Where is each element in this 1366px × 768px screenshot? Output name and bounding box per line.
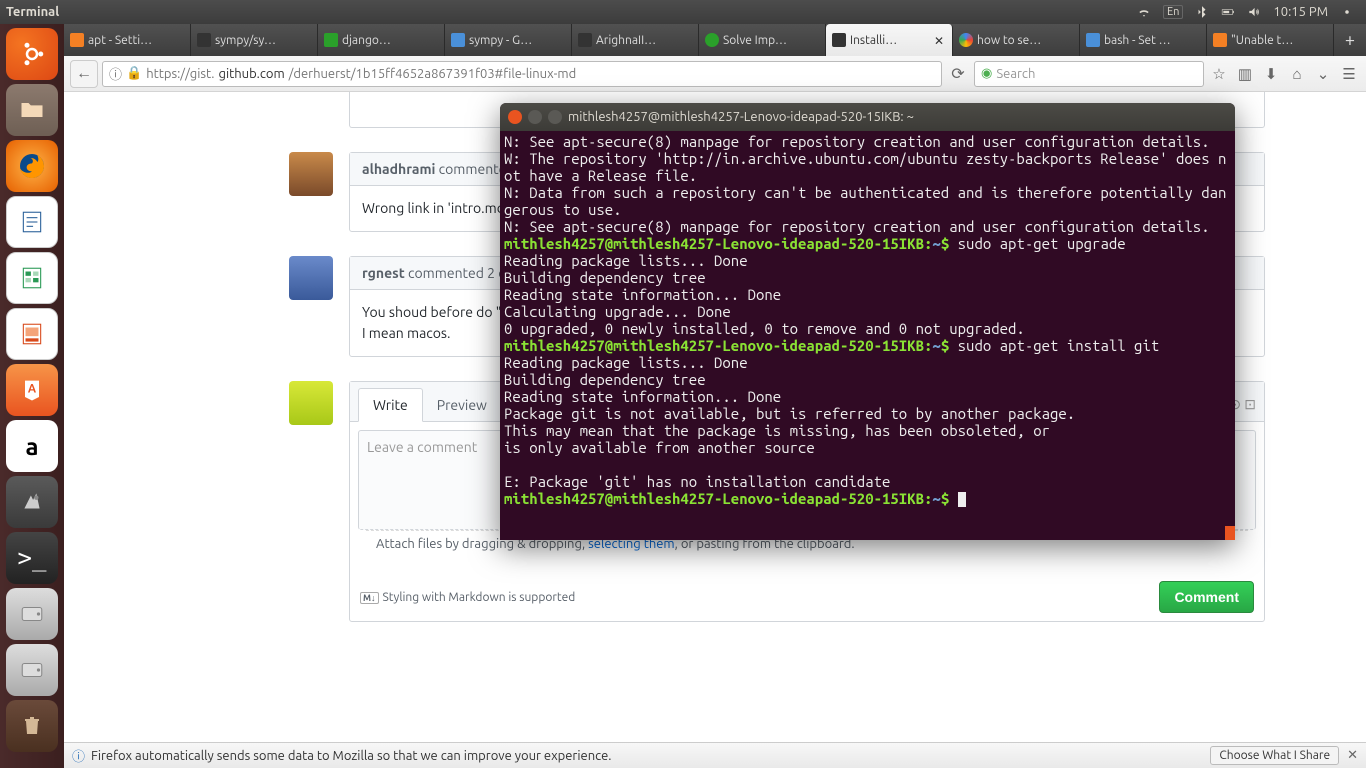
avatar[interactable] bbox=[289, 256, 333, 300]
home-icon[interactable]: ⌂ bbox=[1286, 65, 1308, 83]
tab-4[interactable]: ArighnaII… bbox=[572, 24, 699, 56]
new-tab-button[interactable]: + bbox=[1334, 24, 1366, 56]
session-gear-icon[interactable] bbox=[1340, 5, 1354, 19]
window-close-icon[interactable] bbox=[508, 110, 522, 124]
library-icon[interactable]: ▥ bbox=[1234, 65, 1256, 83]
wifi-icon[interactable] bbox=[1137, 5, 1151, 19]
launcher-dash[interactable] bbox=[6, 28, 58, 80]
launcher-settings[interactable] bbox=[6, 476, 58, 528]
lock-icon: 🔒 bbox=[126, 66, 142, 81]
bookmark-star-icon[interactable]: ☆ bbox=[1208, 65, 1230, 83]
menu-icon[interactable]: ☰ bbox=[1338, 65, 1360, 83]
window-maximize-icon[interactable] bbox=[548, 110, 562, 124]
language-indicator[interactable]: En bbox=[1163, 5, 1183, 19]
clock[interactable]: 10:15 PM bbox=[1273, 5, 1328, 19]
window-minimize-icon[interactable] bbox=[528, 110, 542, 124]
search-engine-icon: ◉ bbox=[981, 66, 992, 81]
search-placeholder: Search bbox=[996, 67, 1035, 81]
tab-write[interactable]: Write bbox=[358, 388, 423, 422]
launcher-calc[interactable] bbox=[6, 252, 58, 304]
avatar[interactable] bbox=[289, 381, 333, 425]
info-icon: ⓘ bbox=[72, 746, 85, 765]
tab-bar: apt - Setti… sympy/sy… django… sympy - G… bbox=[64, 24, 1366, 56]
launcher-firefox[interactable] bbox=[6, 140, 58, 192]
url-rest: /derhuerst/1b15ff4652a867391f03#file-lin… bbox=[289, 67, 577, 81]
tab-0[interactable]: apt - Setti… bbox=[64, 24, 191, 56]
tab-7[interactable]: how to se… bbox=[953, 24, 1080, 56]
url-host: github.com bbox=[219, 67, 285, 81]
tab-5[interactable]: Solve Imp… bbox=[699, 24, 826, 56]
volume-icon[interactable] bbox=[1247, 5, 1261, 19]
battery-icon[interactable] bbox=[1221, 5, 1235, 19]
tab-3[interactable]: sympy - G… bbox=[445, 24, 572, 56]
close-icon[interactable]: ✕ bbox=[934, 34, 946, 46]
launcher-trash[interactable] bbox=[6, 700, 58, 752]
url-prefix: https://gist. bbox=[146, 67, 214, 81]
reload-button[interactable]: ⟳ bbox=[946, 64, 970, 83]
markdown-hint[interactable]: M↓Styling with Markdown is supported bbox=[360, 591, 575, 604]
terminal-window[interactable]: mithlesh4257@mithlesh4257-Lenovo-ideapad… bbox=[500, 103, 1235, 540]
search-field[interactable]: ◉ Search bbox=[974, 61, 1204, 87]
notification-bar: ⓘ Firefox automatically sends some data … bbox=[64, 742, 1366, 768]
url-toolbar: ← ⓘ 🔒 https://gist. github.com/derhuerst/… bbox=[64, 56, 1366, 92]
tab-preview[interactable]: Preview bbox=[423, 389, 501, 421]
launcher-disk-1[interactable] bbox=[6, 588, 58, 640]
notification-text: Firefox automatically sends some data to… bbox=[91, 749, 611, 763]
launcher-writer[interactable] bbox=[6, 196, 58, 248]
terminal-scrollbar[interactable] bbox=[1225, 526, 1235, 540]
tab-2[interactable]: django… bbox=[318, 24, 445, 56]
info-icon[interactable]: ⓘ bbox=[109, 64, 122, 83]
terminal-cursor bbox=[958, 492, 966, 507]
launcher-disk-2[interactable] bbox=[6, 644, 58, 696]
launcher-files[interactable] bbox=[6, 84, 58, 136]
terminal-body[interactable]: N: See apt-secure(8) manpage for reposit… bbox=[500, 131, 1235, 509]
comment-author[interactable]: alhadhrami bbox=[362, 161, 435, 177]
pocket-icon[interactable]: ⌄ bbox=[1312, 65, 1334, 83]
notification-close-icon[interactable]: ✕ bbox=[1347, 748, 1358, 763]
terminal-titlebar[interactable]: mithlesh4257@mithlesh4257-Lenovo-ideapad… bbox=[500, 103, 1235, 131]
system-menubar: Terminal En 10:15 PM bbox=[0, 0, 1366, 24]
comment-author[interactable]: rgnest bbox=[362, 265, 405, 281]
launcher-amazon[interactable]: a bbox=[6, 420, 58, 472]
avatar[interactable] bbox=[289, 152, 333, 196]
downloads-icon[interactable]: ⬇ bbox=[1260, 65, 1282, 83]
launcher-terminal[interactable]: >_ bbox=[6, 532, 58, 584]
launcher-software[interactable]: A bbox=[6, 364, 58, 416]
launcher-impress[interactable] bbox=[6, 308, 58, 360]
back-button[interactable]: ← bbox=[70, 60, 98, 88]
tab-6-active[interactable]: Installi…✕ bbox=[826, 24, 953, 56]
tab-9[interactable]: "Unable t… bbox=[1207, 24, 1334, 56]
terminal-title: mithlesh4257@mithlesh4257-Lenovo-ideapad… bbox=[568, 110, 914, 124]
comment-button[interactable]: Comment bbox=[1159, 581, 1254, 613]
url-field[interactable]: ⓘ 🔒 https://gist. github.com/derhuerst/1b… bbox=[102, 61, 942, 87]
active-app-title: Terminal bbox=[6, 5, 59, 19]
svg-text:A: A bbox=[28, 382, 37, 395]
choose-share-button[interactable]: Choose What I Share bbox=[1210, 746, 1339, 765]
tab-8[interactable]: bash - Set … bbox=[1080, 24, 1207, 56]
bluetooth-icon[interactable] bbox=[1195, 5, 1209, 19]
launcher: A a >_ bbox=[0, 24, 64, 768]
tab-1[interactable]: sympy/sy… bbox=[191, 24, 318, 56]
